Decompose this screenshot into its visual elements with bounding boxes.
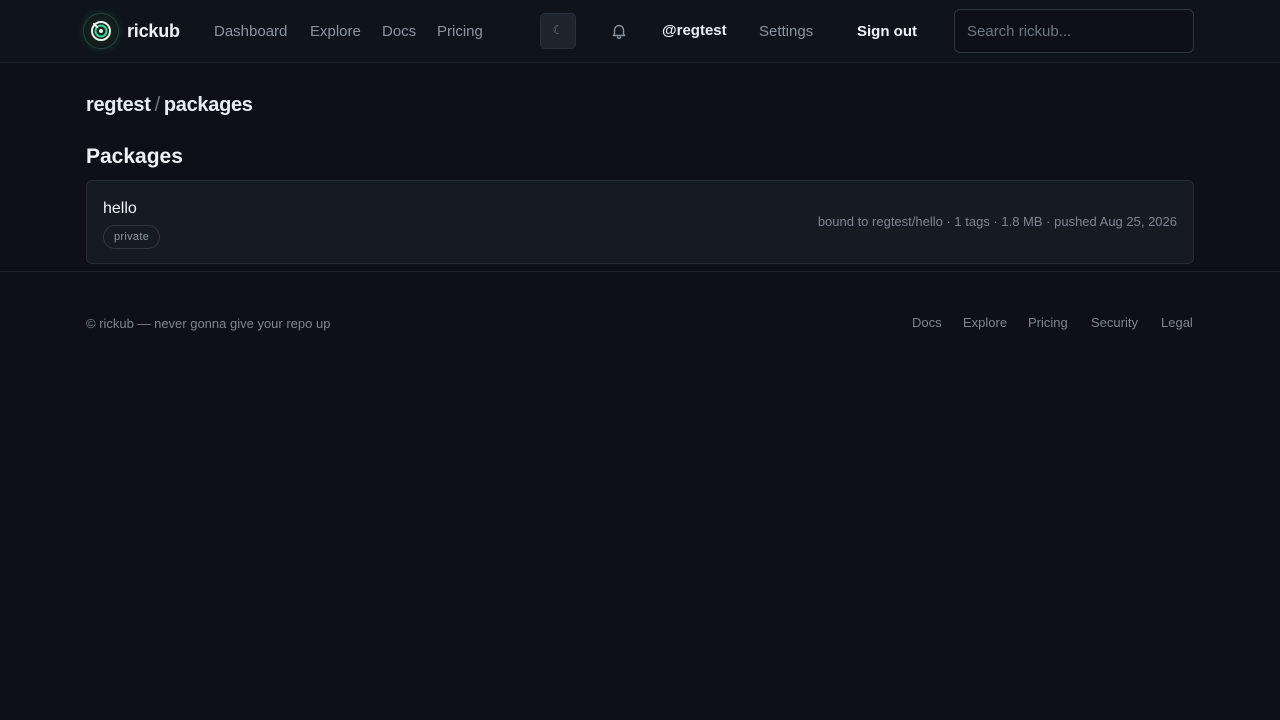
theme-toggle-button[interactable]: ☾ bbox=[540, 13, 576, 49]
moon-icon: ☾ bbox=[552, 23, 564, 37]
package-meta: bound to regtest/hello · 1 tags · 1.8 MB… bbox=[817, 214, 1177, 229]
footer-link-docs[interactable]: Docs bbox=[912, 315, 942, 330]
footer-divider bbox=[0, 271, 1280, 272]
footer-copyright: © rickub — never gonna give your repo up bbox=[86, 316, 331, 331]
nav-pricing[interactable]: Pricing bbox=[437, 23, 483, 40]
page-title: Packages bbox=[86, 145, 183, 168]
nav-dashboard[interactable]: Dashboard bbox=[214, 23, 287, 40]
breadcrumb: regtest / packages bbox=[86, 94, 253, 117]
footer-link-explore[interactable]: Explore bbox=[963, 315, 1007, 330]
footer-link-legal[interactable]: Legal bbox=[1161, 315, 1193, 330]
search-input[interactable] bbox=[954, 9, 1194, 53]
brand-name[interactable]: rickub bbox=[127, 21, 180, 42]
notifications-bell-icon[interactable] bbox=[609, 21, 629, 41]
package-name[interactable]: hello bbox=[103, 200, 137, 218]
footer-link-pricing[interactable]: Pricing bbox=[1028, 315, 1068, 330]
breadcrumb-current: packages bbox=[163, 94, 253, 116]
sign-out-button[interactable]: Sign out bbox=[857, 23, 917, 40]
nav-docs[interactable]: Docs bbox=[382, 23, 416, 40]
nav-explore[interactable]: Explore bbox=[310, 23, 361, 40]
nav-settings[interactable]: Settings bbox=[759, 23, 813, 40]
rickub-logo-icon[interactable] bbox=[84, 14, 118, 48]
top-nav-bar: rickub Dashboard Explore Docs Pricing ☾ … bbox=[0, 0, 1280, 63]
breadcrumb-owner[interactable]: regtest bbox=[86, 94, 151, 116]
user-profile-link[interactable]: @regtest bbox=[662, 22, 727, 39]
footer-link-security[interactable]: Security bbox=[1091, 315, 1138, 330]
package-card[interactable]: hello private bound to regtest/hello · 1… bbox=[86, 180, 1194, 264]
visibility-badge: private bbox=[103, 225, 161, 249]
breadcrumb-separator: / bbox=[154, 94, 161, 116]
